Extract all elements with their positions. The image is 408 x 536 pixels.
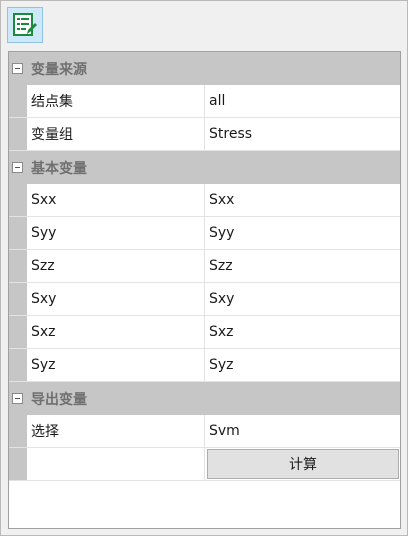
toolbar — [1, 1, 407, 45]
property-grid: 变量来源 结点集 all 变量组 Stress 基本变量 Sxx Sxx Syy… — [8, 51, 401, 529]
property-row-sxz: Sxz Sxz — [9, 316, 400, 349]
property-value-syy[interactable]: Syy — [205, 217, 400, 249]
row-gutter — [9, 316, 27, 348]
calculate-cell: 计算 — [205, 448, 400, 480]
row-gutter — [9, 415, 27, 447]
property-row-select: 选择 Svm — [9, 415, 400, 448]
property-row-syz: Syz Syz — [9, 349, 400, 382]
property-name: Sxy — [27, 283, 205, 315]
category-variable-source[interactable]: 变量来源 — [9, 52, 400, 85]
category-title: 基本变量 — [31, 160, 87, 177]
property-value-sxz[interactable]: Sxz — [205, 316, 400, 348]
collapse-icon[interactable] — [12, 393, 23, 404]
row-gutter — [9, 448, 27, 480]
property-row-syy: Syy Syy — [9, 217, 400, 250]
row-gutter — [9, 118, 27, 150]
property-row-szz: Szz Szz — [9, 250, 400, 283]
property-sheet-edit-icon — [13, 13, 37, 36]
collapse-icon[interactable] — [12, 63, 23, 74]
category-title: 导出变量 — [31, 391, 87, 408]
category-basic-variables[interactable]: 基本变量 — [9, 151, 400, 184]
property-name-empty — [27, 448, 205, 480]
row-gutter — [9, 283, 27, 315]
property-row-variable-group: 变量组 Stress — [9, 118, 400, 151]
property-value-sxx[interactable]: Sxx — [205, 184, 400, 216]
property-value-szz[interactable]: Szz — [205, 250, 400, 282]
property-panel-window: 变量来源 结点集 all 变量组 Stress 基本变量 Sxx Sxx Syy… — [0, 0, 408, 536]
row-gutter — [9, 184, 27, 216]
property-name: 选择 — [27, 415, 205, 447]
property-value-variable-group[interactable]: Stress — [205, 118, 400, 150]
property-value-node-set[interactable]: all — [205, 85, 400, 117]
row-gutter — [9, 250, 27, 282]
property-row-node-set: 结点集 all — [9, 85, 400, 118]
property-name: 结点集 — [27, 85, 205, 117]
property-name: Sxx — [27, 184, 205, 216]
row-gutter — [9, 349, 27, 381]
collapse-icon[interactable] — [12, 162, 23, 173]
property-row-calculate: 计算 — [9, 448, 400, 481]
property-value-select[interactable]: Svm — [205, 415, 400, 447]
row-gutter — [9, 217, 27, 249]
property-row-sxy: Sxy Sxy — [9, 283, 400, 316]
category-title: 变量来源 — [31, 61, 87, 78]
property-name: Szz — [27, 250, 205, 282]
category-derived-variables[interactable]: 导出变量 — [9, 382, 400, 415]
property-name: Sxz — [27, 316, 205, 348]
property-value-sxy[interactable]: Sxy — [205, 283, 400, 315]
edit-properties-button[interactable] — [7, 7, 43, 43]
calculate-button[interactable]: 计算 — [207, 449, 399, 479]
property-name: Syy — [27, 217, 205, 249]
property-row-sxx: Sxx Sxx — [9, 184, 400, 217]
property-name: Syz — [27, 349, 205, 381]
property-value-syz[interactable]: Syz — [205, 349, 400, 381]
property-name: 变量组 — [27, 118, 205, 150]
row-gutter — [9, 85, 27, 117]
